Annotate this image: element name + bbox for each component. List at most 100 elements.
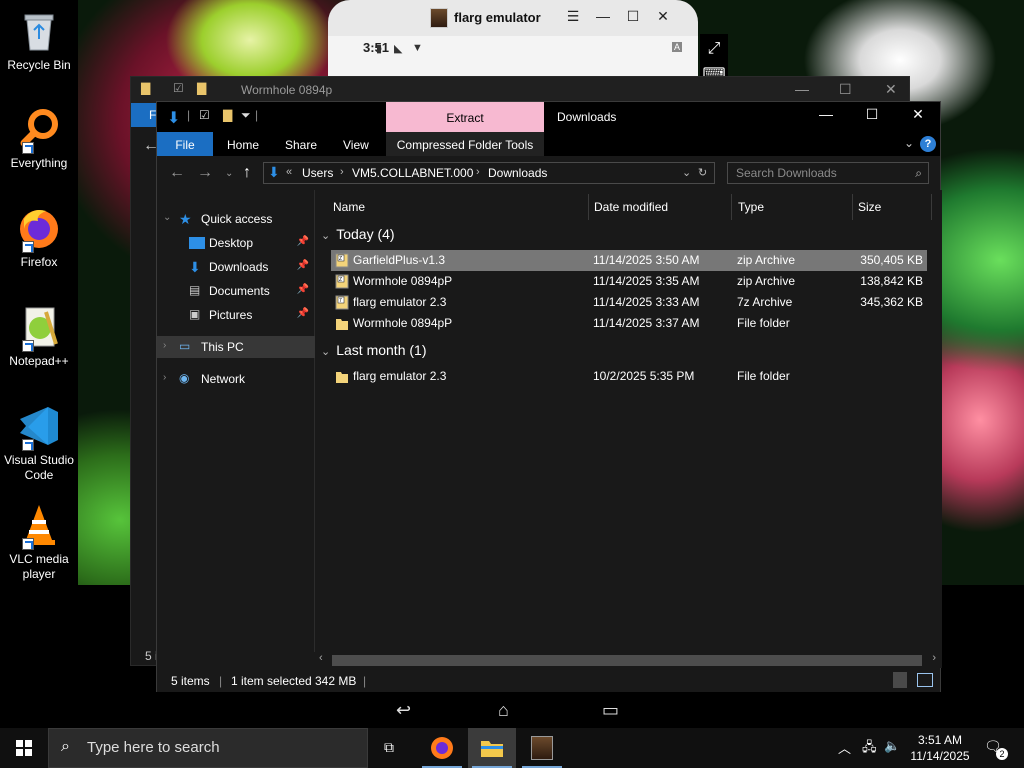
column-header-size[interactable]: Size — [858, 194, 932, 220]
properties-icon[interactable]: ☑ — [199, 108, 210, 126]
taskbar-app-file-explorer[interactable] — [468, 728, 516, 768]
table-row[interactable]: Z Wormhole 0894pP 11/14/2025 3:35 AM zip… — [331, 271, 927, 292]
taskbar-search-box[interactable]: ⌕ — [48, 728, 368, 768]
windows-start-icon[interactable] — [16, 740, 32, 759]
emulator-titlebar[interactable]: flarg emulator ☰ — ☐ ✕ — [328, 0, 698, 36]
ribbon-expand-chevron-icon[interactable]: ⌄ — [904, 136, 914, 150]
minimize-icon[interactable]: — — [795, 81, 809, 97]
close-icon[interactable]: ✕ — [652, 8, 674, 25]
desktop-icon-label: Visual Studio Code — [4, 453, 74, 482]
breadcrumb-separator-icon[interactable]: › — [476, 166, 480, 178]
maximize-icon[interactable]: ☐ — [849, 106, 895, 128]
horizontal-scrollbar[interactable]: ‹ › — [157, 652, 940, 668]
nav-desktop[interactable]: Desktop 📌 — [157, 232, 315, 254]
recent-locations-chevron-icon[interactable]: ⌄ — [225, 168, 233, 179]
svg-text:7: 7 — [339, 298, 342, 304]
taskbar-clock[interactable]: 3:51 AM 11/14/2025 — [900, 732, 980, 764]
table-row[interactable]: Z GarfieldPlus-v1.3 11/14/2025 3:50 AM z… — [331, 250, 927, 271]
new-folder-icon[interactable]: ▇ — [223, 108, 232, 126]
taskbar-app-firefox[interactable] — [418, 728, 466, 768]
large-icons-view-icon[interactable] — [917, 673, 933, 687]
table-row[interactable]: Wormhole 0894pP 11/14/2025 3:37 AM File … — [331, 313, 927, 334]
background-file-tab[interactable]: F — [131, 103, 159, 127]
search-input[interactable] — [728, 163, 898, 183]
taskbar-search-input[interactable] — [87, 739, 357, 756]
taskbar-app-flarg-emulator[interactable] — [518, 728, 566, 768]
expand-chevron-icon[interactable]: › — [163, 340, 166, 351]
nav-quick-access[interactable]: ⌄ ★ Quick access — [157, 208, 315, 230]
column-header-date-modified[interactable]: Date modified — [594, 194, 732, 220]
hamburger-menu-icon[interactable]: ☰ — [562, 8, 584, 25]
show-hidden-icons-chevron-icon[interactable]: ︿ — [838, 738, 851, 768]
column-header-type[interactable]: Type — [738, 194, 853, 220]
group-header-today[interactable]: ⌄ Today (4) — [321, 226, 395, 242]
close-icon[interactable]: ✕ — [885, 81, 897, 98]
network-status-icon[interactable]: 🖧 — [862, 738, 877, 768]
back-arrow-icon[interactable]: ← — [169, 164, 185, 182]
scrollbar-thumb[interactable] — [332, 655, 922, 666]
refresh-icon[interactable]: ↻ — [698, 166, 707, 179]
up-arrow-icon[interactable]: ↑ — [243, 164, 251, 182]
table-row[interactable]: 7 flarg emulator 2.3 11/14/2025 3:33 AM … — [331, 292, 927, 313]
svg-text:Z: Z — [339, 256, 342, 262]
minimize-icon[interactable]: — — [592, 8, 614, 24]
desktop-icon-everything[interactable]: Everything — [4, 106, 74, 171]
nav-network[interactable]: › ◉ Network — [157, 368, 315, 390]
collapse-chevron-icon[interactable]: ⌄ — [321, 346, 330, 358]
back-icon[interactable]: ↩ — [396, 700, 411, 721]
minimize-icon[interactable]: — — [803, 106, 849, 128]
tab-view[interactable]: View — [343, 132, 369, 156]
pin-icon: 📌 — [296, 284, 309, 295]
customize-quick-access-icon[interactable]: ⏷ — [241, 108, 251, 126]
close-icon[interactable]: ✕ — [895, 106, 941, 128]
breadcrumb-vm5[interactable]: VM5.COLLABNET.000 — [352, 166, 473, 180]
collapse-chevron-icon[interactable]: ⌄ — [321, 230, 330, 242]
breadcrumb-users[interactable]: Users — [302, 166, 333, 180]
desktop-icon-vlc[interactable]: VLC media player — [4, 502, 74, 582]
details-view-icon[interactable] — [893, 672, 907, 688]
breadcrumb-downloads[interactable]: Downloads — [488, 166, 547, 180]
column-header-name[interactable]: Name — [333, 194, 589, 220]
tab-compressed-folder-tools[interactable]: Compressed Folder Tools — [386, 132, 544, 156]
breadcrumb-overflow[interactable]: « — [286, 166, 292, 178]
help-icon[interactable]: ? — [920, 136, 936, 152]
nav-downloads[interactable]: ⬇ Downloads 📌 — [157, 256, 315, 278]
expand-chevron-icon[interactable]: › — [163, 372, 166, 383]
status-selected-count: 1 item selected — [231, 674, 312, 688]
desktop-icon-label: Everything — [10, 156, 68, 170]
breadcrumb-separator-icon[interactable]: › — [340, 166, 344, 178]
home-icon[interactable]: ⌂ — [498, 700, 509, 721]
status-item-count: 5 items — [171, 674, 210, 688]
address-bar[interactable]: ⬇ « Users › VM5.COLLABNET.000 › Download… — [263, 162, 715, 184]
explorer-window[interactable]: ⬇ | ☑ ▇ ⏷ | Extract Downloads — ☐ ✕ File… — [156, 101, 942, 692]
group-header-last-month[interactable]: ⌄ Last month (1) — [321, 342, 426, 358]
table-row[interactable]: flarg emulator 2.3 10/2/2025 5:35 PM Fil… — [331, 366, 927, 387]
context-tab-extract[interactable]: Extract — [386, 102, 544, 132]
tab-share[interactable]: Share — [285, 132, 317, 156]
svg-text:Z: Z — [339, 277, 342, 283]
background-explorer-titlebar[interactable]: ▇ ☑ ▇ Wormhole 0894p — ☐ ✕ — [131, 77, 909, 103]
nav-pictures[interactable]: ▣ Pictures 📌 — [157, 304, 315, 326]
tab-home[interactable]: Home — [227, 132, 259, 156]
nav-documents[interactable]: ▤ Documents 📌 — [157, 280, 315, 302]
recents-icon[interactable]: ▭ — [602, 700, 619, 721]
scroll-left-icon[interactable]: ‹ — [319, 652, 323, 664]
desktop-icon-recycle-bin[interactable]: Recycle Bin — [4, 8, 74, 73]
expand-chevron-icon[interactable]: ⌄ — [163, 212, 171, 223]
fullscreen-icon[interactable]: ⤢ — [700, 40, 728, 58]
task-view-button[interactable]: ⧉ — [368, 728, 416, 768]
search-box[interactable]: ⌕ — [727, 162, 929, 184]
desktop-icon-vscode[interactable]: Visual Studio Code — [4, 403, 74, 483]
desktop-icon-firefox[interactable]: Firefox — [4, 205, 74, 270]
firefox-icon — [431, 737, 453, 759]
address-dropdown-icon[interactable]: ⌄ — [682, 166, 691, 179]
explorer-titlebar[interactable]: ⬇ | ☑ ▇ ⏷ | Extract Downloads — ☐ ✕ — [157, 102, 940, 132]
tab-file[interactable]: File — [157, 132, 213, 156]
scroll-right-icon[interactable]: › — [932, 652, 936, 664]
nav-this-pc[interactable]: › ▭ This PC — [157, 336, 315, 358]
volume-muted-icon[interactable]: 🔈 — [884, 738, 900, 768]
maximize-icon[interactable]: ☐ — [622, 8, 644, 25]
desktop-icon-notepad-plus-plus[interactable]: Notepad++ — [4, 304, 74, 369]
maximize-icon[interactable]: ☐ — [839, 81, 852, 98]
forward-arrow-icon[interactable]: → — [197, 164, 213, 182]
